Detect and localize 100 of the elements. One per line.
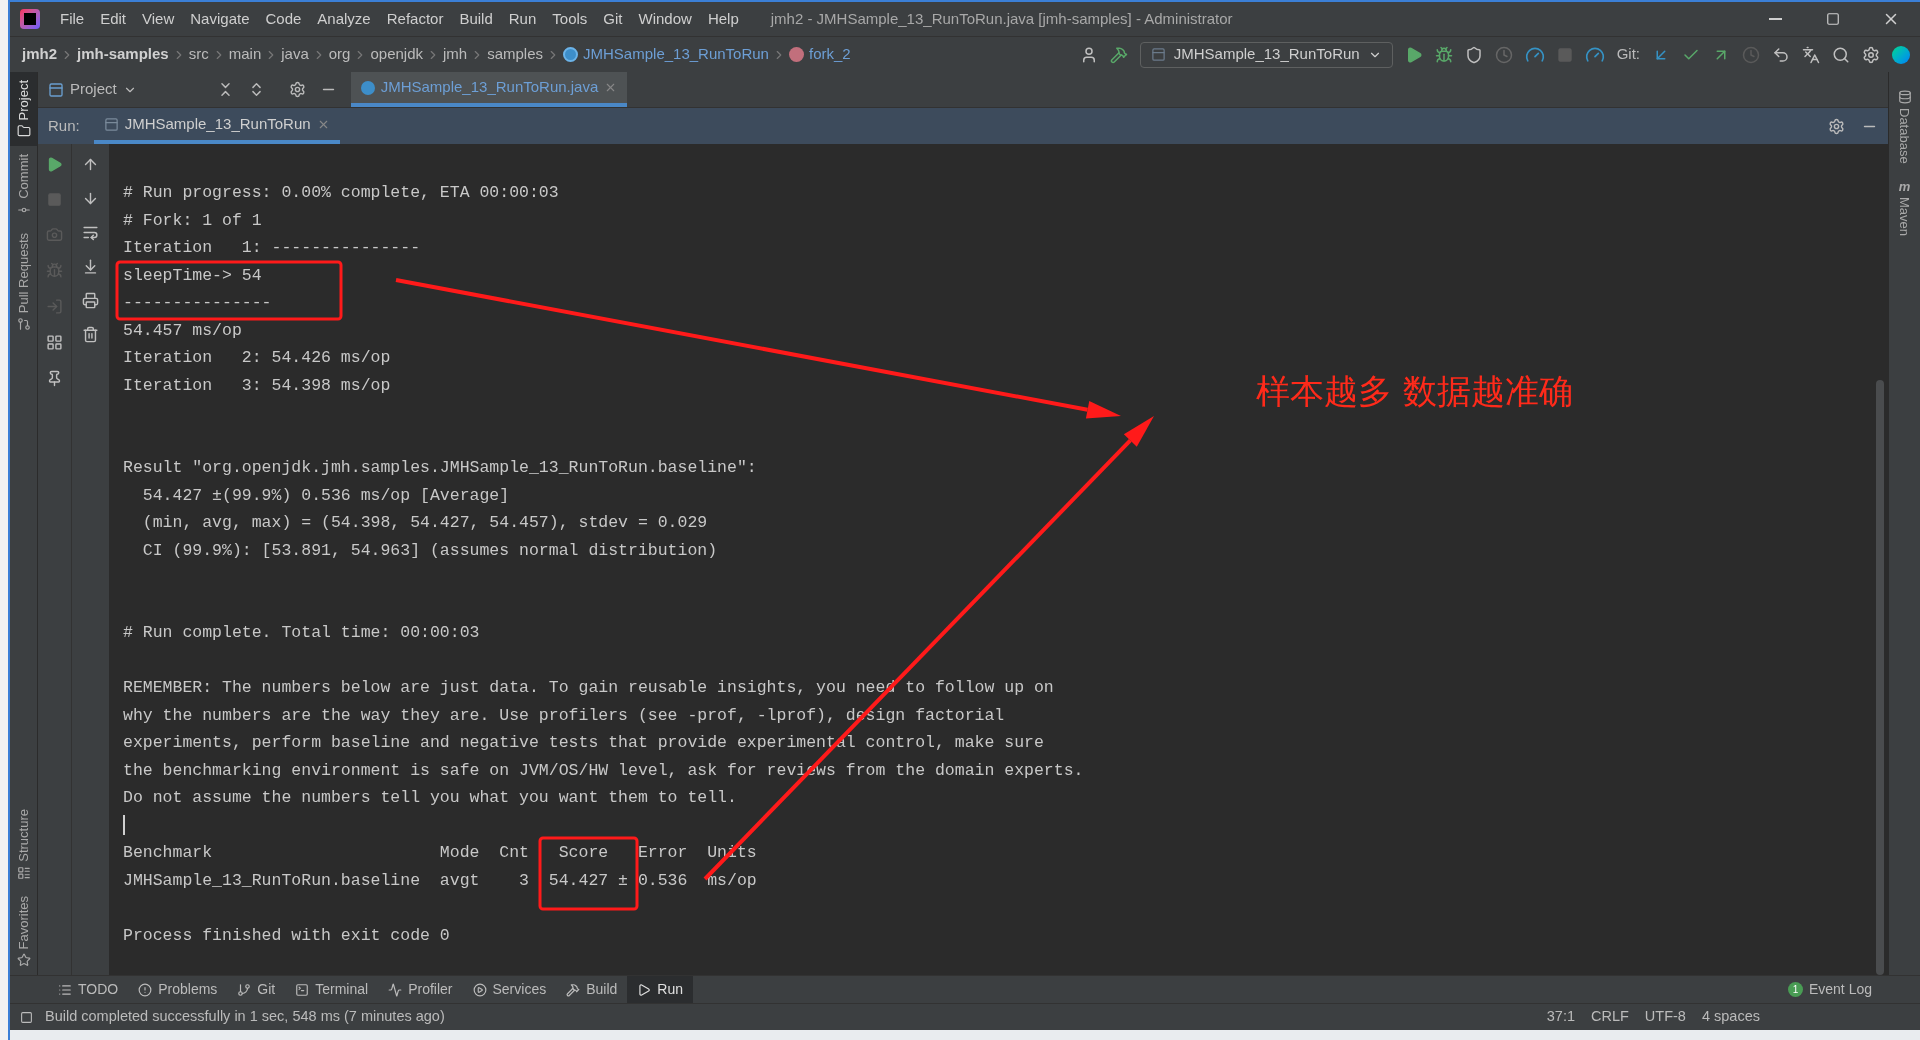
method-icon [788, 47, 804, 62]
annotation-text: 样本越多 数据越准确 [1256, 371, 1573, 411]
editor-tab[interactable]: JMHSample_13_RunToRun.java [350, 72, 628, 107]
search-icon[interactable] [1832, 45, 1850, 64]
run-label: Run: [48, 115, 80, 136]
scroll-to-end-icon[interactable] [82, 258, 99, 275]
menu-item[interactable]: Code [257, 7, 310, 31]
tool-window-button[interactable]: Commit [10, 146, 37, 226]
tool-window-button[interactable]: Favorites [10, 887, 37, 975]
settings-icon[interactable] [1828, 117, 1845, 135]
menu-item[interactable]: Edit [92, 7, 135, 31]
git-tab-icon [237, 982, 252, 997]
status-item[interactable]: CRLF [1591, 1006, 1629, 1028]
breadcrumb-item[interactable]: src [188, 43, 209, 66]
console-line: Iteration 1: --------------- [123, 238, 421, 257]
menu-item[interactable]: Analyze [309, 7, 379, 31]
up-icon[interactable] [82, 156, 99, 173]
tool-tab[interactable]: Git [227, 976, 286, 1003]
down-icon[interactable] [82, 190, 99, 207]
notification-badge: 1 [1787, 982, 1803, 997]
tool-tab[interactable]: TODO [48, 976, 129, 1003]
tool-window-button[interactable]: Project [10, 72, 37, 147]
settings-icon[interactable] [288, 81, 306, 98]
tool-window-icon [16, 865, 31, 880]
window-icon [1150, 47, 1166, 62]
todo-tab-icon [58, 982, 72, 997]
menu-item[interactable]: Navigate [182, 7, 258, 31]
tool-tab[interactable]: Profiler [378, 976, 463, 1003]
breadcrumb-item[interactable]: main [228, 43, 262, 66]
rollback-icon[interactable] [1772, 45, 1790, 64]
tool-tab[interactable]: Terminal [285, 976, 379, 1003]
console-line: JMHSample_13_RunToRun.baseline avgt 3 54.427 ± 0.536 ms/op [123, 870, 757, 890]
breadcrumb-item[interactable]: jmh [443, 43, 468, 66]
status-icon[interactable] [20, 1010, 33, 1024]
project-dropdown[interactable]: Project [48, 78, 137, 101]
coverage-icon[interactable] [1464, 45, 1483, 64]
console-line: 54.457 ms/op [123, 320, 242, 340]
menu-item[interactable]: View [134, 7, 183, 31]
rerun-icon[interactable] [46, 156, 63, 173]
maximize-icon [1826, 12, 1840, 26]
database-icon [1897, 90, 1912, 104]
layout-icon[interactable] [46, 334, 63, 351]
pin-icon[interactable] [46, 370, 63, 387]
tool-window-icon [16, 124, 31, 139]
print-icon[interactable] [82, 292, 99, 309]
breadcrumb-item[interactable]: JMHSample_13_RunToRun [563, 43, 769, 66]
breadcrumb-item[interactable]: jmh-samples [77, 43, 169, 66]
translate-icon[interactable] [1802, 45, 1820, 64]
menu-item[interactable]: Build [451, 7, 501, 31]
window-icon [103, 116, 119, 132]
menu-item[interactable]: Git [595, 7, 631, 31]
tool-window-button[interactable]: m Maven [1894, 171, 1915, 244]
text-cursor [123, 815, 125, 836]
trash-icon[interactable] [82, 326, 99, 343]
breadcrumb-item[interactable]: samples [487, 43, 544, 66]
console-line: # Run progress: 0.00% complete, ETA 00:00:03 [123, 183, 559, 202]
console-line: sleepTime-> 54 [123, 265, 262, 285]
breadcrumb-item[interactable]: jmh2 [22, 43, 57, 66]
problems-tab-icon [138, 982, 153, 997]
settings-icon[interactable] [1862, 45, 1880, 64]
console-line: Iteration 3: 54.398 ms/op [123, 375, 391, 395]
class-icon [563, 47, 579, 62]
menu-item[interactable]: Run [500, 7, 545, 31]
breadcrumb-item[interactable]: java [281, 43, 309, 66]
maven-icon: m [1898, 179, 1911, 193]
status-item[interactable]: 37:1 [1546, 1006, 1575, 1028]
terminal-tab-icon [295, 982, 310, 997]
status-item[interactable]: UTF-8 [1644, 1006, 1686, 1028]
tool-tab[interactable]: Run [627, 976, 693, 1003]
menu-item[interactable]: Window [630, 7, 700, 31]
breadcrumb-item[interactable]: openjdk [370, 43, 423, 66]
build-icon[interactable] [1109, 45, 1128, 64]
menu-item[interactable]: File [52, 7, 93, 31]
debug-icon[interactable] [1434, 45, 1453, 64]
tool-window-button[interactable]: Pull Requests [10, 225, 37, 340]
soft-wrap-icon[interactable] [82, 224, 99, 241]
services-tab-icon [472, 982, 487, 997]
menu-item[interactable]: Help [699, 7, 747, 31]
tool-tab[interactable]: Build [556, 976, 628, 1003]
console-line: (min, avg, max) = (54.398, 54.427, 54.457), stdev = 0.029 [141, 513, 708, 532]
console-line: Iteration 2: 54.426 ms/op [123, 348, 391, 367]
tool-window-icon [16, 317, 31, 332]
menu-item[interactable]: Tools [544, 7, 596, 31]
window-title: jmh2 - JMHSample_13_RunToRun.java [jmh-samples] - Administrator [770, 8, 1233, 29]
build-tab-icon [566, 982, 581, 997]
class-icon [360, 80, 375, 95]
breadcrumb-item[interactable]: org [328, 43, 351, 66]
event-log-button[interactable]: 1 Event Log [1787, 979, 1872, 1000]
tool-window-button[interactable]: Structure [10, 800, 37, 888]
tool-window-button[interactable]: Database [1894, 82, 1915, 172]
console-line: Do not assume the numbers tell you what you want them to tell. [123, 788, 737, 807]
menu-item[interactable]: Refactor [378, 7, 452, 31]
console-line: Process finished with exit code 0 [123, 925, 450, 945]
status-item[interactable]: 4 spaces [1701, 1006, 1760, 1028]
tool-tab[interactable]: Problems [128, 976, 228, 1003]
tool-tab[interactable]: Services [462, 976, 557, 1003]
run-configuration-dropdown[interactable]: JMHSample_13_RunToRun [1139, 41, 1393, 68]
breadcrumb-item[interactable]: fork_2 [788, 43, 851, 66]
plugin-icon[interactable] [1892, 45, 1910, 64]
scrollbar-thumb[interactable] [1876, 380, 1884, 975]
